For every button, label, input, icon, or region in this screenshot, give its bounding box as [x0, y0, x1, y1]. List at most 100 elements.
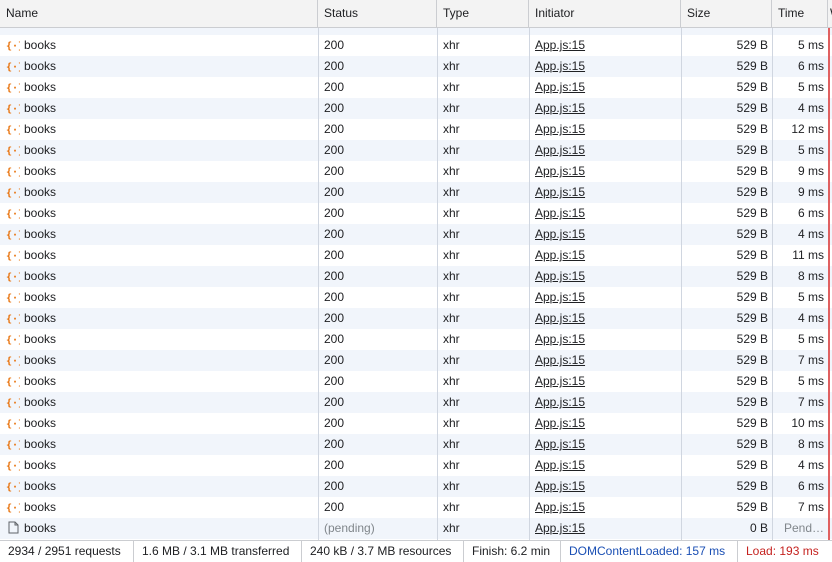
table-row[interactable]: {·} books 200 xhr App.js:15 529 B 5 ms [0, 77, 832, 98]
initiator-link[interactable]: App.js:15 [535, 290, 585, 304]
cell-initiator: App.js:15 [529, 329, 681, 350]
column-header-name[interactable]: Name [0, 0, 318, 27]
initiator-link[interactable]: App.js:15 [535, 479, 585, 493]
table-row[interactable]: {·} books 200 xhr App.js:15 529 B 4 ms [0, 308, 832, 329]
cell-name[interactable]: {·} books [0, 329, 318, 350]
initiator-link[interactable]: App.js:15 [535, 353, 585, 367]
initiator-link[interactable]: App.js:15 [535, 374, 585, 388]
initiator-link[interactable]: App.js:15 [535, 416, 585, 430]
cell-name[interactable]: {·} books [0, 476, 318, 497]
cell-name[interactable]: {·} books [0, 119, 318, 140]
cell-name[interactable]: {·} books [0, 350, 318, 371]
initiator-link[interactable]: App.js:15 [535, 122, 585, 136]
cell-name[interactable]: {·} books [0, 161, 318, 182]
cell-name[interactable]: {·} books [0, 182, 318, 203]
table-row[interactable]: {·} books 200 xhr App.js:15 529 B 5 ms [0, 371, 832, 392]
table-row[interactable]: {·} books 200 xhr App.js:15 529 B 6 ms [0, 56, 832, 77]
cell-name[interactable]: {·} books [0, 35, 318, 56]
cell-name[interactable]: {·} books [0, 497, 318, 518]
column-header-size[interactable]: Size [681, 0, 772, 27]
column-header-status[interactable]: Status [318, 0, 437, 27]
cell-name[interactable]: {·} books [0, 203, 318, 224]
initiator-link[interactable]: App.js:15 [535, 521, 585, 535]
table-row[interactable]: {·} books 200 xhr App.js:15 529 B 8 ms [0, 266, 832, 287]
table-row[interactable]: {·} books 200 xhr App.js:15 529 B 5 ms [0, 35, 832, 56]
initiator-link[interactable]: App.js:15 [535, 269, 585, 283]
request-name: books [24, 101, 57, 115]
initiator-link[interactable]: App.js:15 [535, 101, 585, 115]
table-row[interactable]: {·} books 200 xhr App.js:15 529 B 10 ms [0, 413, 832, 434]
cell-name[interactable]: {·} books [0, 245, 318, 266]
initiator-link[interactable]: App.js:15 [535, 164, 585, 178]
cell-initiator: App.js:15 [529, 266, 681, 287]
initiator-link[interactable]: App.js:15 [535, 206, 585, 220]
xhr-braces-icon: {·} [6, 499, 24, 514]
table-row[interactable]: {·} books 200 xhr App.js:15 529 B 7 ms [0, 497, 832, 518]
table-row[interactable]: {·} books 200 xhr App.js:15 529 B 9 ms [0, 161, 832, 182]
table-row[interactable]: {·} books 200 xhr App.js:15 529 B 4 ms [0, 98, 832, 119]
cell-name[interactable]: {·} books [0, 287, 318, 308]
svg-text:{·}: {·} [6, 356, 20, 366]
initiator-link[interactable]: App.js:15 [535, 248, 585, 262]
initiator-link[interactable]: App.js:15 [535, 458, 585, 472]
svg-text:{·}: {·} [6, 188, 20, 198]
initiator-link[interactable]: App.js:15 [535, 500, 585, 514]
column-header-waterfall[interactable]: W [828, 0, 832, 27]
xhr-braces-icon: {·} [6, 79, 24, 94]
svg-text:{·}: {·} [6, 209, 20, 219]
initiator-link[interactable]: App.js:15 [535, 395, 585, 409]
cell-name[interactable]: {·} books [0, 308, 318, 329]
svg-text:{·}: {·} [6, 62, 20, 72]
table-row[interactable]: {·} books 200 xhr App.js:15 529 B 4 ms [0, 224, 832, 245]
initiator-link[interactable]: App.js:15 [535, 185, 585, 199]
cell-initiator: App.js:15 [529, 518, 681, 539]
cell-type: xhr [443, 269, 460, 283]
request-name: books [24, 122, 57, 136]
cell-name[interactable]: {·} books [0, 266, 318, 287]
cell-name[interactable]: {·} books [0, 392, 318, 413]
table-row[interactable]: {·} books 200 xhr App.js:15 529 B 11 ms [0, 245, 832, 266]
initiator-link[interactable]: App.js:15 [535, 38, 585, 52]
table-row[interactable]: {·} books 200 xhr App.js:15 529 B 4 ms [0, 455, 832, 476]
cell-name[interactable]: books [0, 518, 318, 539]
cell-name[interactable]: {·} books [0, 224, 318, 245]
cell-name[interactable]: {·} books [0, 98, 318, 119]
request-name: books [24, 458, 57, 472]
column-header-time[interactable]: Time [772, 0, 828, 27]
initiator-link[interactable]: App.js:15 [535, 332, 585, 346]
table-row[interactable]: {·} books 200 xhr App.js:15 529 B 7 ms [0, 392, 832, 413]
initiator-link[interactable]: App.js:15 [535, 311, 585, 325]
cell-time: 5 ms [797, 374, 824, 388]
cell-name[interactable]: {·} books [0, 413, 318, 434]
cell-initiator: App.js:15 [529, 392, 681, 413]
request-name: books [24, 332, 57, 346]
initiator-link[interactable]: App.js:15 [535, 227, 585, 241]
cell-status: 200 [324, 143, 345, 157]
initiator-link[interactable]: App.js:15 [535, 143, 585, 157]
cell-name[interactable]: {·} books [0, 140, 318, 161]
table-row[interactable]: {·} books 200 xhr App.js:15 529 B 5 ms [0, 329, 832, 350]
cell-name[interactable]: {·} books [0, 455, 318, 476]
table-row[interactable]: {·} books 200 xhr App.js:15 529 B 5 ms [0, 140, 832, 161]
table-row[interactable]: {·} books 200 xhr App.js:15 529 B 9 ms [0, 182, 832, 203]
table-row[interactable]: {·} books 200 xhr App.js:15 529 B 8 ms [0, 434, 832, 455]
cell-name[interactable]: {·} books [0, 434, 318, 455]
column-header-initiator[interactable]: Initiator [529, 0, 681, 27]
cell-time: 11 ms [792, 248, 824, 262]
table-row[interactable]: {·} books 200 xhr App.js:15 529 B 6 ms [0, 203, 832, 224]
initiator-link[interactable]: App.js:15 [535, 80, 585, 94]
initiator-link[interactable]: App.js:15 [535, 59, 585, 73]
cell-name[interactable]: {·} books [0, 56, 318, 77]
table-row[interactable]: {·} books 200 xhr App.js:15 529 B 5 ms [0, 287, 832, 308]
table-row[interactable]: {·} books 200 xhr App.js:15 529 B 12 ms [0, 119, 832, 140]
table-row[interactable]: books (pending) xhr App.js:15 0 B Pend… [0, 518, 832, 539]
table-row[interactable]: {·} books 200 xhr App.js:15 529 B 6 ms [0, 476, 832, 497]
cell-name[interactable]: {·} books [0, 77, 318, 98]
cell-initiator: App.js:15 [529, 497, 681, 518]
column-header-type[interactable]: Type [437, 0, 529, 27]
table-row[interactable]: {·} books 200 xhr App.js:15 529 B 7 ms [0, 350, 832, 371]
cell-status: (pending) [324, 521, 375, 535]
cell-name[interactable]: {·} books [0, 371, 318, 392]
cell-size: 529 B [736, 395, 768, 409]
initiator-link[interactable]: App.js:15 [535, 437, 585, 451]
